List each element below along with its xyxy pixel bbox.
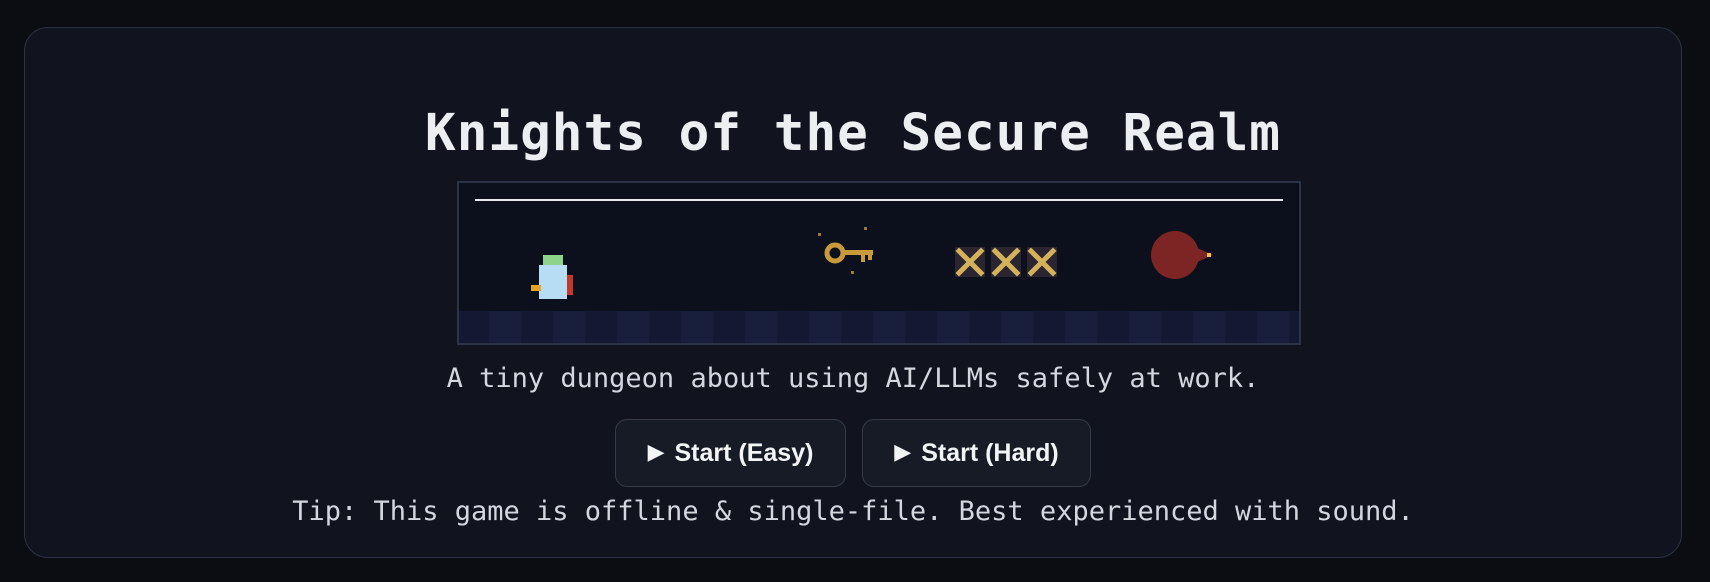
preview-canvas xyxy=(459,199,1299,343)
start-easy-button[interactable]: ▶ Start (Easy) xyxy=(615,419,846,487)
game-subtitle: A tiny dungeon about using AI/LLMs safel… xyxy=(446,363,1260,394)
start-easy-label: Start (Easy) xyxy=(674,438,814,467)
play-icon: ▶ xyxy=(647,440,665,465)
golden-key-sprite xyxy=(818,227,873,274)
play-icon: ▶ xyxy=(894,440,912,465)
spike-trap-sprite xyxy=(955,247,1057,277)
title-screen-card: Knights of the Secure Realm A tiny dunge… xyxy=(24,27,1682,558)
dungeon-floor xyxy=(459,311,1299,343)
ceiling-line xyxy=(475,199,1283,201)
tip-text: Tip: This game is offline & single-file.… xyxy=(292,496,1414,527)
game-title: Knights of the Secure Realm xyxy=(424,104,1282,163)
game-preview-scene xyxy=(457,181,1301,345)
start-hard-label: Start (Hard) xyxy=(921,438,1059,467)
knight-sprite xyxy=(531,255,573,299)
red-slime-enemy-sprite xyxy=(1151,231,1213,279)
start-hard-button[interactable]: ▶ Start (Hard) xyxy=(862,419,1091,487)
start-buttons: ▶ Start (Easy) ▶ Start (Hard) xyxy=(25,419,1681,487)
